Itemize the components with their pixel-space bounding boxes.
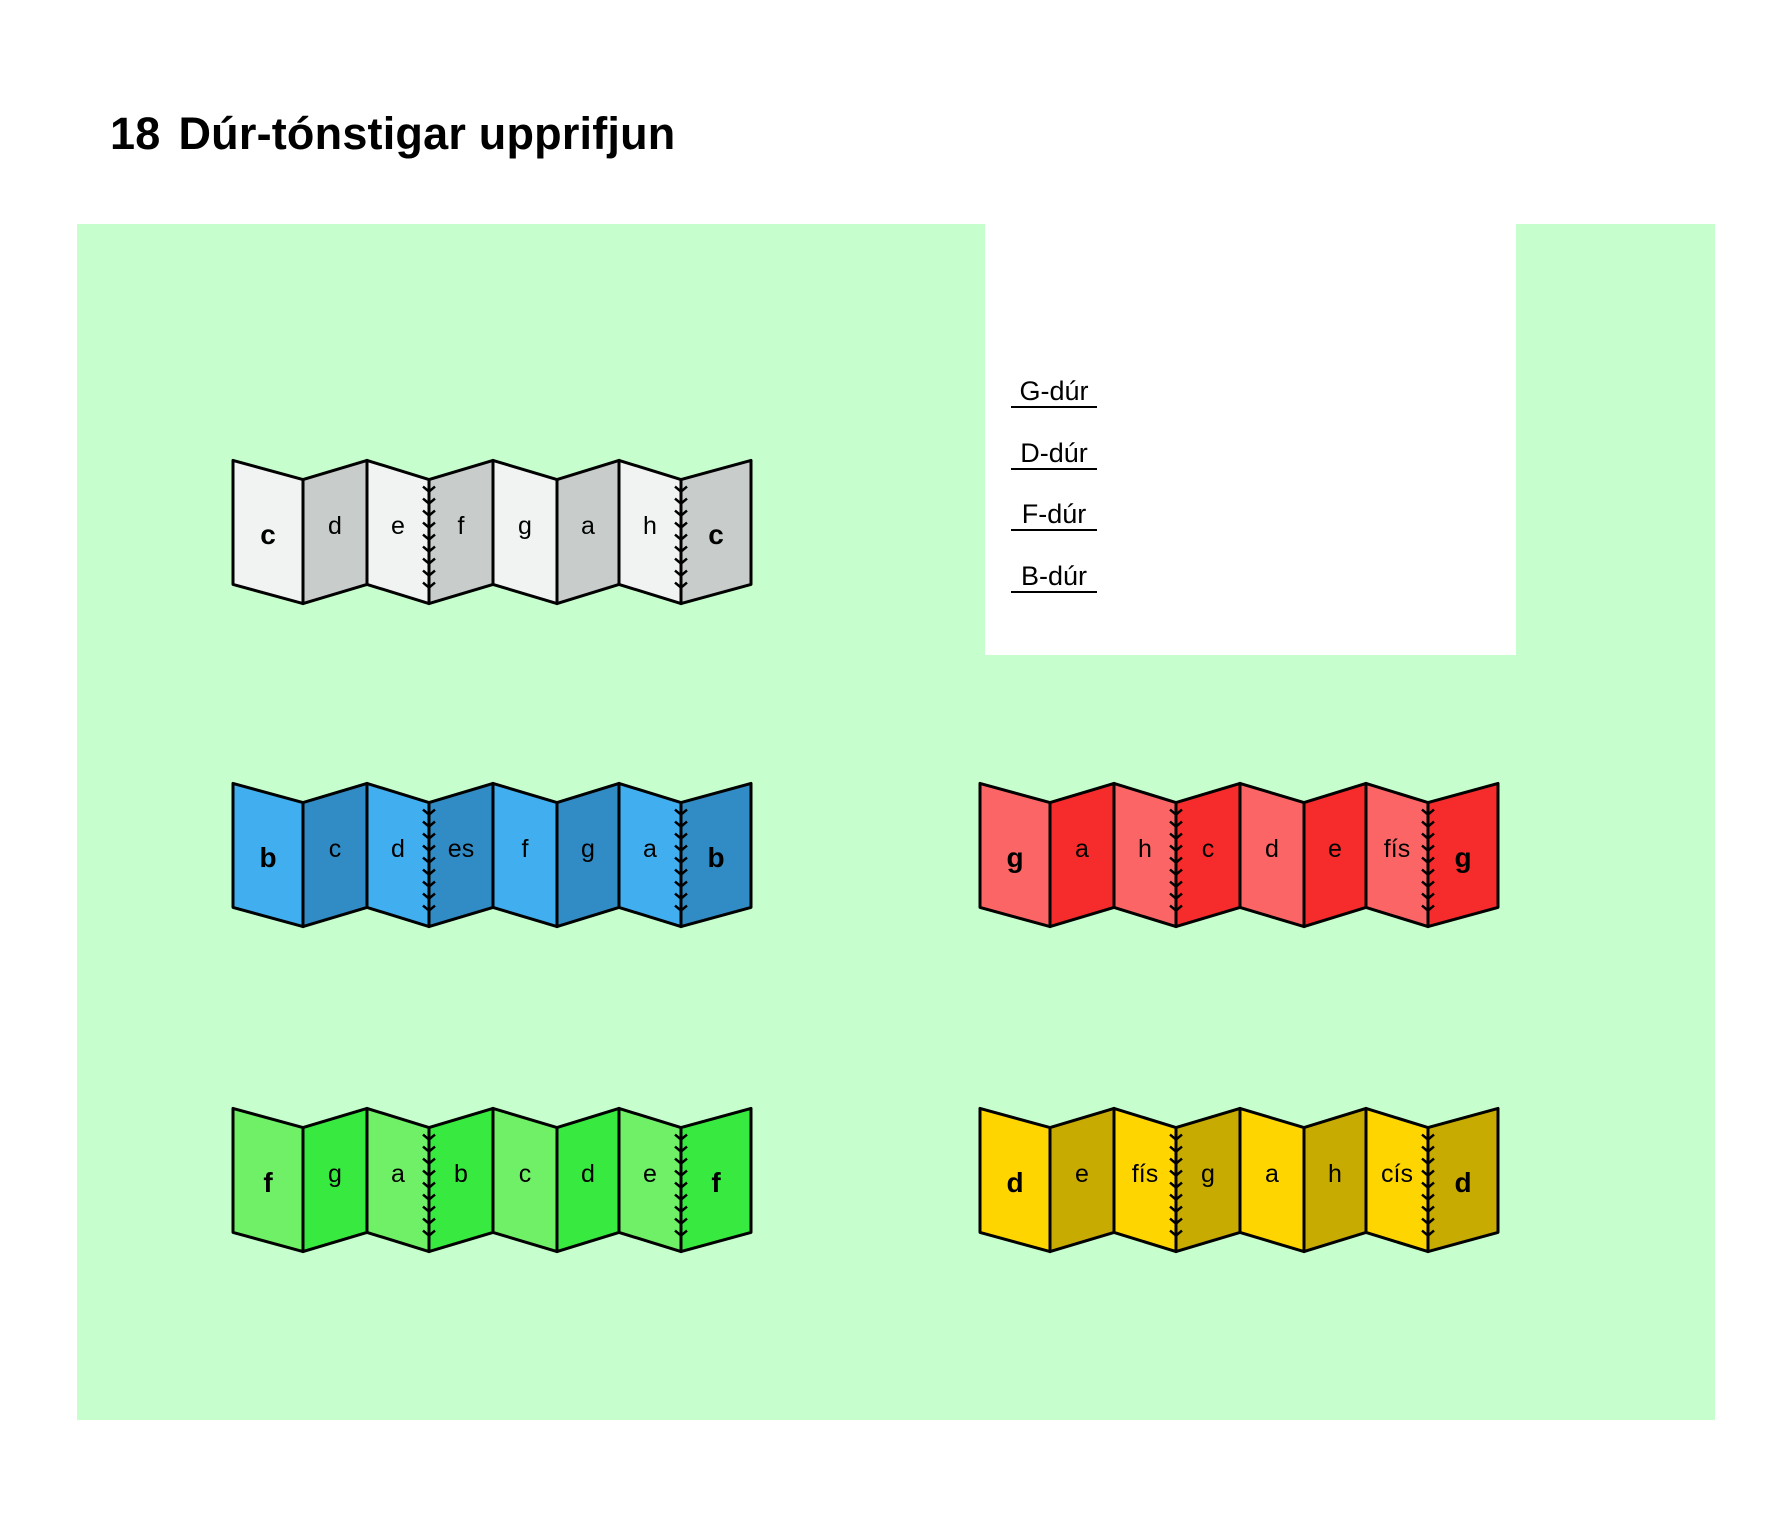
note-label: fís (1384, 835, 1410, 863)
note-label: c (1202, 835, 1215, 863)
note-label: f (458, 512, 465, 540)
note-label: a (391, 1160, 405, 1188)
note-label: fís (1132, 1160, 1158, 1188)
note-label: g (518, 512, 532, 540)
note-label: f (522, 835, 529, 863)
note-label: a (1075, 835, 1089, 863)
scale-booklet-c-scale: cdefgahc (231, 458, 753, 606)
note-label: d (1006, 1167, 1023, 1198)
note-label: d (1454, 1167, 1471, 1198)
note-label: g (328, 1160, 342, 1188)
note-label: e (1075, 1160, 1089, 1188)
note-label: h (643, 512, 657, 540)
note-label: cís (1381, 1160, 1413, 1188)
note-label: d (581, 1160, 595, 1188)
note-label: a (1265, 1160, 1279, 1188)
scale-booklet-f-scale: fgabcdef (231, 1106, 753, 1254)
scale-booklets: c d e f g a h c b c d es f g a b g a h c d e fís g f g a b c d e f d e fís… (231, 458, 1500, 1254)
note-label: e (1328, 835, 1342, 863)
note-label: e (391, 512, 405, 540)
note-label: a (643, 835, 657, 863)
note-label: h (1138, 835, 1152, 863)
note-label: d (1265, 835, 1279, 863)
note-label: c (708, 519, 724, 550)
note-label: g (581, 835, 595, 863)
scale-booklet-d-scale: d e fís g a h cís d (978, 1106, 1500, 1254)
note-label: h (1328, 1160, 1342, 1188)
note-label: c (260, 519, 276, 550)
scale-booklet-b-scale: b c d es f g a b (231, 781, 753, 929)
note-label: a (581, 512, 595, 540)
note-label: g (1006, 842, 1023, 873)
note-label: b (454, 1160, 468, 1188)
note-label: f (263, 1167, 273, 1198)
note-label: c (519, 1160, 532, 1188)
note-label: es (448, 835, 474, 863)
note-label: b (259, 842, 276, 873)
note-label: d (328, 512, 342, 540)
note-label: d (391, 835, 405, 863)
note-label: b (707, 842, 724, 873)
scale-booklet-g-scale: g a h c d e fís g (978, 781, 1500, 929)
note-label: g (1201, 1160, 1215, 1188)
note-label: c (329, 835, 342, 863)
note-label: g (1454, 842, 1471, 873)
note-label: e (643, 1160, 657, 1188)
note-label: f (711, 1167, 721, 1198)
